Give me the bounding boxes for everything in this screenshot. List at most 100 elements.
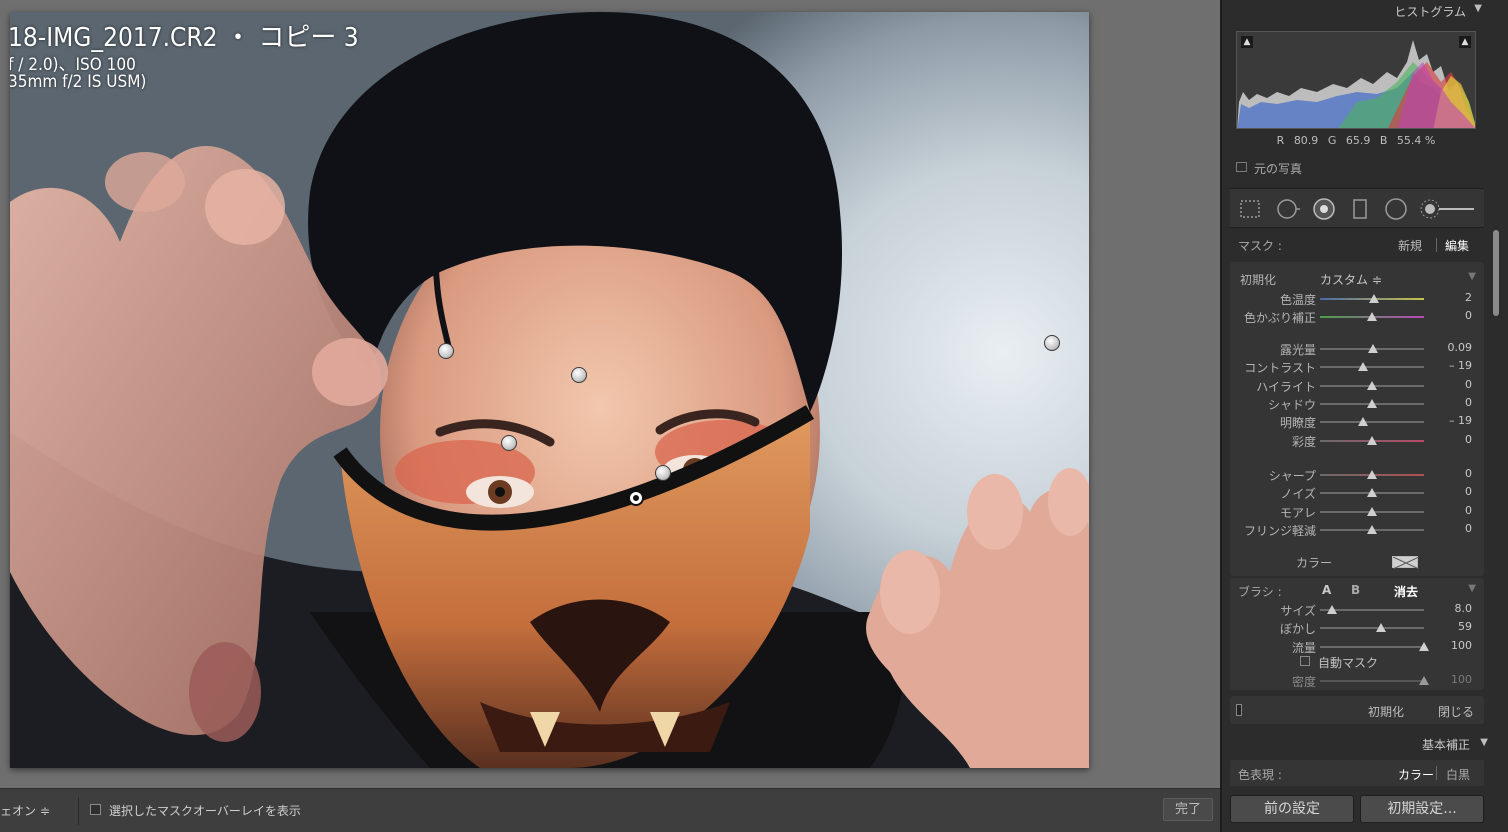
slider-track[interactable] xyxy=(1320,605,1424,614)
adjustment-pin[interactable] xyxy=(438,343,454,359)
show-mask-overlay-label[interactable]: 選択したマスクオーバーレイを表示 xyxy=(109,802,301,819)
photo-preview[interactable]: 18-IMG_2017.CR2 ・ コピー 3 f / 2.0)、ISO 100… xyxy=(10,12,1089,768)
slider-value[interactable]: 0 xyxy=(1465,309,1472,322)
slider-track[interactable] xyxy=(1320,380,1424,390)
slider-value[interactable]: 0 xyxy=(1465,433,1472,446)
slider-thumb[interactable] xyxy=(1376,623,1387,632)
mask-edit-button[interactable]: 編集 xyxy=(1445,237,1469,254)
slider-track[interactable] xyxy=(1320,294,1424,303)
slider-thumb[interactable] xyxy=(1368,344,1379,353)
slider-row[interactable]: ノイズ 0 xyxy=(1230,484,1484,502)
slider-row[interactable]: シャープ 0 xyxy=(1230,466,1484,484)
adjustment-pin-selected[interactable] xyxy=(628,490,644,506)
done-button[interactable]: 完了 xyxy=(1163,798,1213,821)
original-photo-label[interactable]: 元の写真 xyxy=(1254,160,1302,177)
slider-track[interactable] xyxy=(1320,470,1424,479)
slider-row[interactable]: 彩度 0 xyxy=(1230,432,1484,450)
slider-value[interactable]: 59 xyxy=(1458,620,1472,633)
slider-value[interactable]: 8.0 xyxy=(1455,602,1473,615)
reset-button[interactable]: 初期化 xyxy=(1368,703,1404,720)
adjustment-brush-icon[interactable] xyxy=(1420,197,1476,221)
slider-track[interactable] xyxy=(1320,312,1424,322)
highlight-clipping-icon[interactable]: ▲ xyxy=(1459,36,1471,48)
slider-value[interactable]: 0 xyxy=(1465,378,1472,391)
shadow-clipping-icon[interactable]: ▲ xyxy=(1241,36,1253,48)
brush-slider-row[interactable]: サイズ 8.0 xyxy=(1230,601,1484,619)
adjustment-pin[interactable] xyxy=(655,465,671,481)
adjustment-pin[interactable] xyxy=(571,367,587,383)
collapse-triangle-icon[interactable]: ▼ xyxy=(1480,737,1488,748)
slider-track[interactable] xyxy=(1320,524,1424,534)
slider-track[interactable] xyxy=(1320,362,1424,372)
slider-thumb[interactable] xyxy=(1357,362,1368,372)
slider-thumb[interactable] xyxy=(1367,506,1377,516)
slider-row[interactable]: 色かぶり補正 0 xyxy=(1230,308,1484,326)
slider-track[interactable] xyxy=(1320,435,1424,445)
brush-erase-button[interactable]: 消去 xyxy=(1394,583,1418,600)
brush-b-button[interactable]: B xyxy=(1351,583,1360,597)
treatment-bw-button[interactable]: 白黒 xyxy=(1446,766,1470,783)
slider-row[interactable]: コントラスト – 19 xyxy=(1230,358,1484,376)
auto-mask-label[interactable]: 自動マスク xyxy=(1318,654,1378,671)
slider-thumb[interactable] xyxy=(1419,676,1429,685)
slider-thumb[interactable] xyxy=(1357,417,1368,427)
slider-row[interactable]: フリンジ軽減 0 xyxy=(1230,521,1484,539)
slider-value[interactable]: 0 xyxy=(1465,522,1472,535)
slider-track[interactable] xyxy=(1320,506,1424,516)
histogram-header[interactable]: ヒストグラム xyxy=(1394,3,1466,20)
show-mask-overlay-checkbox[interactable] xyxy=(90,804,101,815)
slider-row[interactable]: 明瞭度 – 19 xyxy=(1230,413,1484,431)
slider-value[interactable]: 0 xyxy=(1465,504,1472,517)
slider-row[interactable]: 色温度 2 xyxy=(1230,290,1484,308)
slider-value[interactable]: 0 xyxy=(1465,467,1472,480)
collapse-triangle-icon[interactable]: ▼ xyxy=(1468,583,1476,594)
previous-settings-button[interactable]: 前の設定 xyxy=(1230,795,1354,823)
close-button[interactable]: 閉じる xyxy=(1438,703,1474,720)
collapse-triangle-icon[interactable]: ▼ xyxy=(1468,271,1476,282)
slider-thumb[interactable] xyxy=(1367,488,1377,498)
density-slider-row[interactable]: 密度 100 xyxy=(1230,672,1484,690)
slider-thumb[interactable] xyxy=(1367,398,1377,408)
graduated-filter-icon[interactable] xyxy=(1348,197,1372,221)
slider-value[interactable]: 0 xyxy=(1465,485,1472,498)
slider-value[interactable]: 0.09 xyxy=(1448,341,1473,354)
histogram[interactable]: ▲ ▲ xyxy=(1236,31,1476,129)
enable-toggle-switch[interactable] xyxy=(1236,704,1242,716)
panel-scrollbar[interactable] xyxy=(1493,230,1499,316)
slider-track[interactable] xyxy=(1320,623,1424,632)
slider-value[interactable]: 100 xyxy=(1451,639,1472,652)
photo-canvas[interactable]: 18-IMG_2017.CR2 ・ コピー 3 f / 2.0)、ISO 100… xyxy=(0,0,1220,788)
slider-row[interactable]: モアレ 0 xyxy=(1230,503,1484,521)
slider-track[interactable] xyxy=(1320,417,1424,427)
treatment-color-button[interactable]: カラー xyxy=(1398,766,1434,783)
slider-thumb[interactable] xyxy=(1367,380,1377,390)
slider-thumb[interactable] xyxy=(1419,642,1429,651)
preset-select[interactable]: カスタム ≑ xyxy=(1320,271,1382,288)
slider-track[interactable] xyxy=(1320,398,1424,408)
slider-value[interactable]: – 19 xyxy=(1449,359,1472,372)
slider-thumb[interactable] xyxy=(1327,605,1338,614)
brush-a-button[interactable]: A xyxy=(1322,583,1331,597)
spot-removal-icon[interactable] xyxy=(1276,197,1300,221)
slider-row[interactable]: シャドウ 0 xyxy=(1230,395,1484,413)
reset-settings-button[interactable]: 初期設定... xyxy=(1360,795,1484,823)
mask-new-button[interactable]: 新規 xyxy=(1398,237,1422,254)
slider-row[interactable]: 露光量 0.09 xyxy=(1230,340,1484,358)
original-photo-checkbox[interactable] xyxy=(1236,162,1247,172)
slider-row[interactable]: ハイライト 0 xyxy=(1230,377,1484,395)
slider-track[interactable] xyxy=(1320,642,1429,651)
adjustment-pin[interactable] xyxy=(1044,335,1060,351)
overlay-mode-select[interactable]: ェオン ≑ xyxy=(0,802,50,819)
slider-track[interactable] xyxy=(1320,344,1424,353)
slider-value[interactable]: – 19 xyxy=(1449,414,1472,427)
slider-thumb[interactable] xyxy=(1369,294,1380,303)
red-eye-icon[interactable] xyxy=(1312,197,1336,221)
slider-thumb[interactable] xyxy=(1367,435,1377,445)
collapse-triangle-icon[interactable]: ▼ xyxy=(1474,3,1482,14)
slider-thumb[interactable] xyxy=(1367,470,1377,479)
density-value[interactable]: 100 xyxy=(1451,673,1472,686)
slider-thumb[interactable] xyxy=(1367,524,1377,534)
auto-mask-checkbox[interactable] xyxy=(1300,656,1310,666)
brush-slider-row[interactable]: ぼかし 59 xyxy=(1230,619,1484,637)
preset-reset-label[interactable]: 初期化 xyxy=(1240,271,1276,288)
